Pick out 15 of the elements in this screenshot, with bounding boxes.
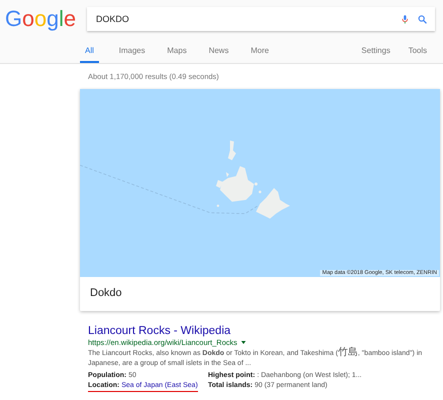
search-query: DOKDO <box>96 14 130 24</box>
tab[interactable]: Maps <box>165 42 189 63</box>
result-title-link[interactable]: Liancourt Rocks - Wikipedia <box>88 325 440 338</box>
tab[interactable]: Images <box>116 42 148 63</box>
search-field[interactable]: DOKDO <box>87 7 435 31</box>
tool-link[interactable]: Settings <box>359 42 392 63</box>
caret-icon[interactable] <box>241 341 246 344</box>
tab[interactable]: More <box>248 42 271 63</box>
search-icon[interactable] <box>418 14 427 24</box>
google-logo[interactable]: Google <box>4 5 78 33</box>
card-title: Dokdo <box>89 286 123 301</box>
microphone-icon[interactable] <box>402 14 408 24</box>
tab[interactable]: All <box>80 42 99 63</box>
tab[interactable]: News <box>206 42 231 63</box>
tool-link[interactable]: Tools <box>406 42 429 63</box>
